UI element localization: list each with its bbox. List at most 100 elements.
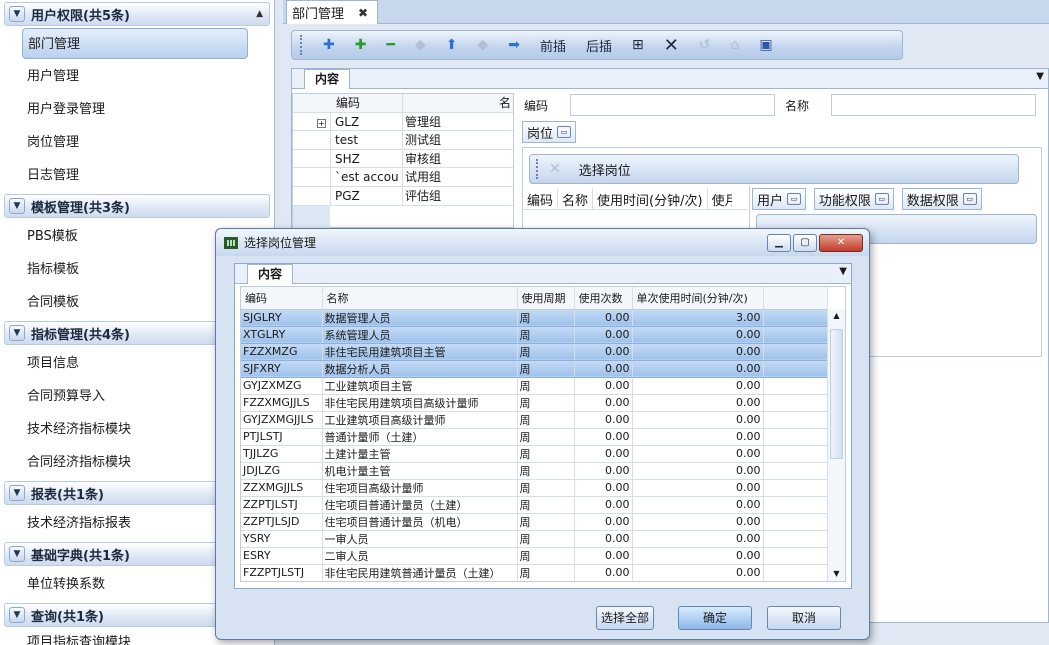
col-code[interactable]: 编码	[330, 94, 402, 112]
cell-code[interactable]: test	[330, 131, 402, 149]
table-row[interactable]: JDJLZG 机电计量主管周 0.00 0.00	[241, 462, 828, 480]
insert-after-button[interactable]: 后插	[586, 36, 612, 55]
toolbar-grip[interactable]	[536, 159, 539, 179]
maximize-button[interactable]: ▢	[793, 233, 817, 252]
cell-time[interactable]: 0.00	[632, 479, 764, 497]
add-icon[interactable]: ✚	[323, 37, 335, 53]
table-row[interactable]: ZZXMGJJLS 住宅项目高级计量师周 0.00 0.00	[241, 479, 828, 497]
toolbar-grip[interactable]	[300, 35, 303, 55]
tab-data-permission[interactable]: 数据权限 ▭	[901, 188, 982, 210]
cell-time[interactable]: 0.00	[632, 547, 764, 565]
cell-name[interactable]: 审核组	[402, 149, 513, 168]
cell-count[interactable]: 0.00	[574, 428, 633, 446]
name-field[interactable]	[831, 94, 1036, 116]
cell-code[interactable]: ESRY	[241, 547, 323, 565]
table-row[interactable]: ESRY 二审人员周 0.00 0.00	[241, 547, 828, 565]
tab-function-permission[interactable]: 功能权限 ▭	[813, 188, 894, 210]
col-use[interactable]: 使月	[708, 188, 732, 209]
up-arrow-icon[interactable]: ⬆	[446, 37, 458, 53]
cell-period[interactable]: 周	[517, 360, 575, 378]
vertical-scrollbar[interactable]: ▲ ▼	[827, 309, 845, 581]
cell-name[interactable]: 试用组	[402, 168, 513, 186]
collapse-icon[interactable]: ▲	[256, 9, 263, 19]
cell-code[interactable]: FZZPTJLSTJ	[241, 564, 323, 581]
cell-code[interactable]: ZZPTJLSJD	[241, 513, 323, 531]
cell-code[interactable]: TJJLZG	[241, 445, 323, 463]
tab-content[interactable]: 内容	[304, 69, 351, 89]
cell-time[interactable]: 0.00	[632, 326, 764, 344]
cell-code[interactable]: XTGLRY	[241, 326, 323, 344]
table-row[interactable]: test 测试组	[293, 131, 513, 150]
delete-icon[interactable]: ✕	[549, 161, 561, 177]
scroll-down-icon[interactable]: ▼	[828, 567, 845, 581]
cell-count[interactable]: 0.00	[574, 360, 633, 378]
cell-period[interactable]: 周	[517, 547, 575, 565]
cell-name[interactable]: 数据分析人员	[322, 360, 518, 378]
cell-name[interactable]: 住宅项目普通计量员（机电）	[322, 513, 518, 531]
cell-period[interactable]: 周	[517, 530, 575, 548]
left-arrow-icon[interactable]: ◆	[415, 37, 426, 53]
nav-item[interactable]: 日志管理	[0, 159, 274, 192]
close-button[interactable]: ✕	[819, 233, 863, 252]
cell-time[interactable]: 3.00	[632, 309, 764, 327]
cell-count[interactable]: 0.00	[574, 394, 633, 412]
cell-time[interactable]: 0.00	[632, 411, 764, 429]
cell-period[interactable]: 周	[517, 428, 575, 446]
cell-time[interactable]: 0.00	[632, 343, 764, 361]
table-row[interactable]: FZZPTJLSTJ 非住宅民用建筑普通计量员（土建）周 0.00 0.00	[241, 564, 828, 581]
col-count[interactable]: 使用次数	[574, 287, 633, 310]
cell-period[interactable]: 周	[517, 513, 575, 531]
cell-name[interactable]: 测试组	[402, 131, 513, 149]
cell-name[interactable]: 非住宅民用建筑普通计量员（土建）	[322, 564, 518, 581]
panel-menu-icon[interactable]: ▼	[839, 266, 847, 277]
cell-count[interactable]: 0.00	[574, 564, 633, 581]
cell-name[interactable]: 非住宅民用建筑项目主管	[322, 343, 518, 361]
cell-count[interactable]: 0.00	[574, 530, 633, 548]
tab-post[interactable]: 岗位 ▭	[522, 121, 577, 143]
cell-count[interactable]: 0.00	[574, 479, 633, 497]
cell-period[interactable]: 周	[517, 394, 575, 412]
tab-dept-management[interactable]: 部门管理 ✖	[286, 0, 378, 24]
table-row[interactable]: + GLZ 管理组	[293, 112, 513, 132]
select-all-button[interactable]: 选择全部	[596, 606, 654, 630]
minimize-button[interactable]: ▁	[767, 233, 791, 252]
cell-period[interactable]: 周	[517, 462, 575, 480]
cell-period[interactable]: 周	[517, 479, 575, 497]
cell-name[interactable]: 机电计量主管	[322, 462, 518, 480]
table-row[interactable]: PGZ 评估组	[293, 186, 513, 206]
cell-period[interactable]: 周	[517, 445, 575, 463]
tab-window-icon[interactable]: ▭	[557, 126, 572, 138]
save-icon[interactable]: ▣	[759, 37, 772, 53]
remove-icon[interactable]: ━	[386, 37, 394, 53]
cell-count[interactable]: 0.00	[574, 411, 633, 429]
chevron-down-icon[interactable]: ▼	[9, 607, 25, 623]
cell-code[interactable]: FZZXMGJJLS	[241, 394, 323, 412]
cell-code[interactable]: SJGLRY	[241, 309, 323, 327]
cell-period[interactable]: 周	[517, 377, 575, 395]
nav-item[interactable]: 用户登录管理	[0, 93, 274, 126]
table-row[interactable]: YSRY 一审人员周 0.00 0.00	[241, 530, 828, 548]
col-name[interactable]: 名	[402, 94, 513, 112]
cell-time[interactable]: 0.00	[632, 462, 764, 480]
cell-count[interactable]: 0.00	[574, 547, 633, 565]
col-name[interactable]: 名称	[322, 287, 518, 310]
select-post-button[interactable]: 选择岗位	[579, 160, 631, 179]
cell-name[interactable]: 住宅项目普通计量员（土建）	[322, 496, 518, 514]
cell-name[interactable]: 住宅项目高级计量师	[322, 479, 518, 497]
cell-code[interactable]: SHZ	[330, 149, 402, 168]
table-row[interactable]: ZZPTJLSJD 住宅项目普通计量员（机电）周 0.00 0.00	[241, 513, 828, 531]
cell-name[interactable]: 普通计量师（土建）	[322, 428, 518, 446]
col-period[interactable]: 使用周期	[517, 287, 575, 310]
cell-time[interactable]: 0.00	[632, 530, 764, 548]
cell-time[interactable]: 0.00	[632, 394, 764, 412]
cell-name[interactable]: 系统管理人员	[322, 326, 518, 344]
panel-menu-icon[interactable]: ▼	[1036, 71, 1044, 82]
cell-name[interactable]: 二审人员	[322, 547, 518, 565]
nav-group-header[interactable]: ▼ 用户权限(共5条) ▲	[4, 2, 270, 26]
nav-group-header[interactable]: ▼ 模板管理(共3条)	[4, 194, 270, 218]
cell-time[interactable]: 0.00	[632, 445, 764, 463]
table-row[interactable]: SJGLRY 数据管理人员周 0.00 3.00	[241, 309, 828, 327]
col-time[interactable]: 使用时间(分钟/次)	[593, 188, 708, 209]
ok-button[interactable]: 确定	[678, 606, 752, 630]
nav-item[interactable]: 用户管理	[0, 60, 274, 93]
